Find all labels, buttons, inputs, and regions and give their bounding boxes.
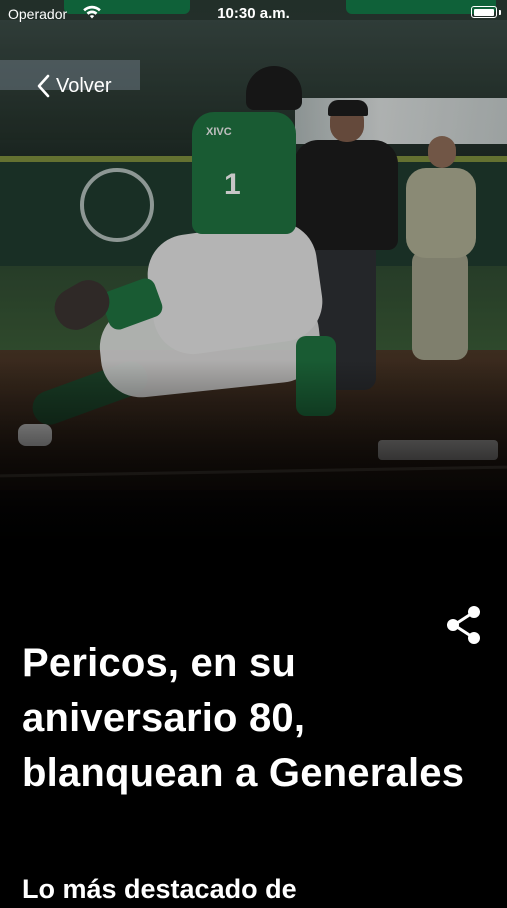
chevron-left-icon [37,74,50,98]
article-title: Pericos, en su aniversario 80, blanquean… [22,641,465,795]
article-subtitle: Lo más destacado de [22,874,297,904]
battery-icon [471,6,501,18]
share-icon[interactable] [444,604,484,646]
back-label: Volver [56,74,112,97]
status-bar: Operador 10:30 a.m. [0,0,507,28]
back-button[interactable]: Volver [36,74,112,98]
hero-gradient [0,360,507,560]
status-time: 10:30 a.m. [217,5,290,22]
